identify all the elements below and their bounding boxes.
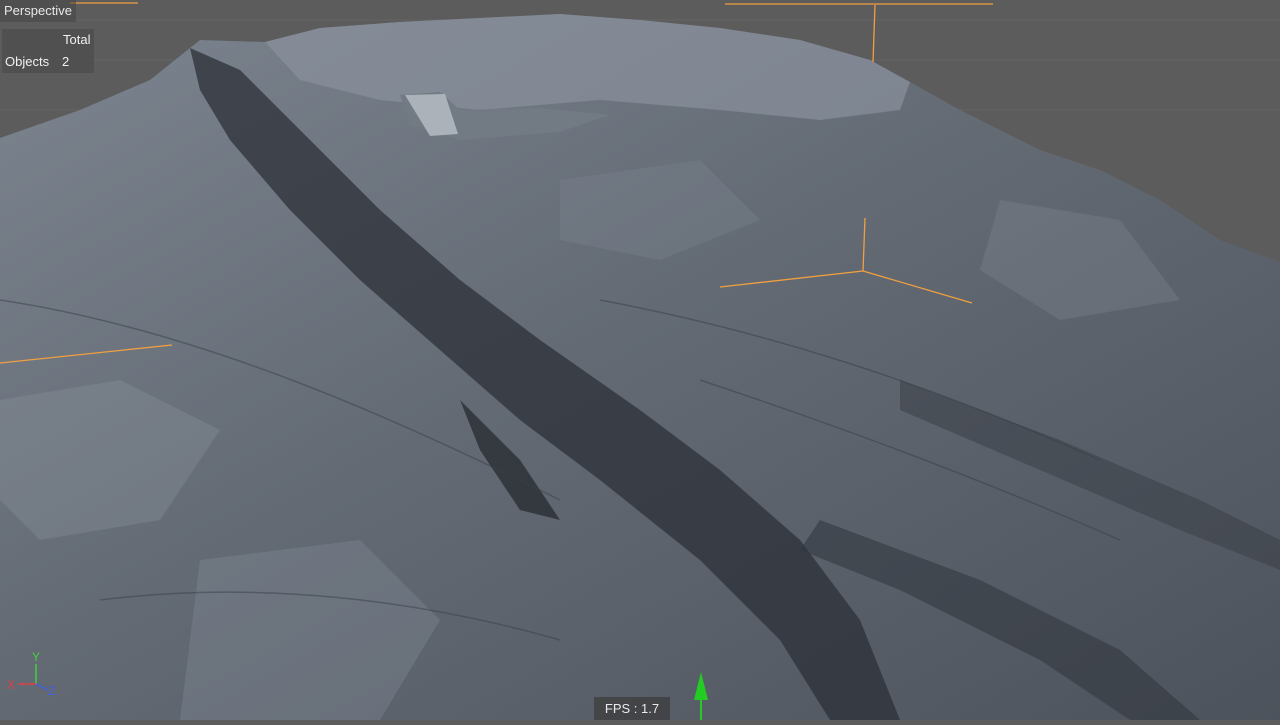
stats-row-label: Objects (5, 54, 50, 69)
axis-x-label: X (7, 678, 15, 692)
axis-y-label: Y (32, 650, 40, 664)
scene-stats-panel: Total Objects 2 (2, 29, 94, 73)
terrain-mesh[interactable] (0, 14, 1280, 720)
fps-readout: FPS : 1.7 (594, 697, 670, 720)
viewport-camera-label[interactable]: Perspective (0, 0, 76, 22)
axis-z-label: Z (48, 684, 55, 698)
stats-column-header: Total (63, 32, 91, 47)
viewport-scene: Y X Z (0, 2, 1280, 720)
stats-row-value: 2 (62, 54, 70, 69)
3d-viewport[interactable]: Y X Z Perspective Total Objects 2 FPS : … (0, 0, 1280, 720)
